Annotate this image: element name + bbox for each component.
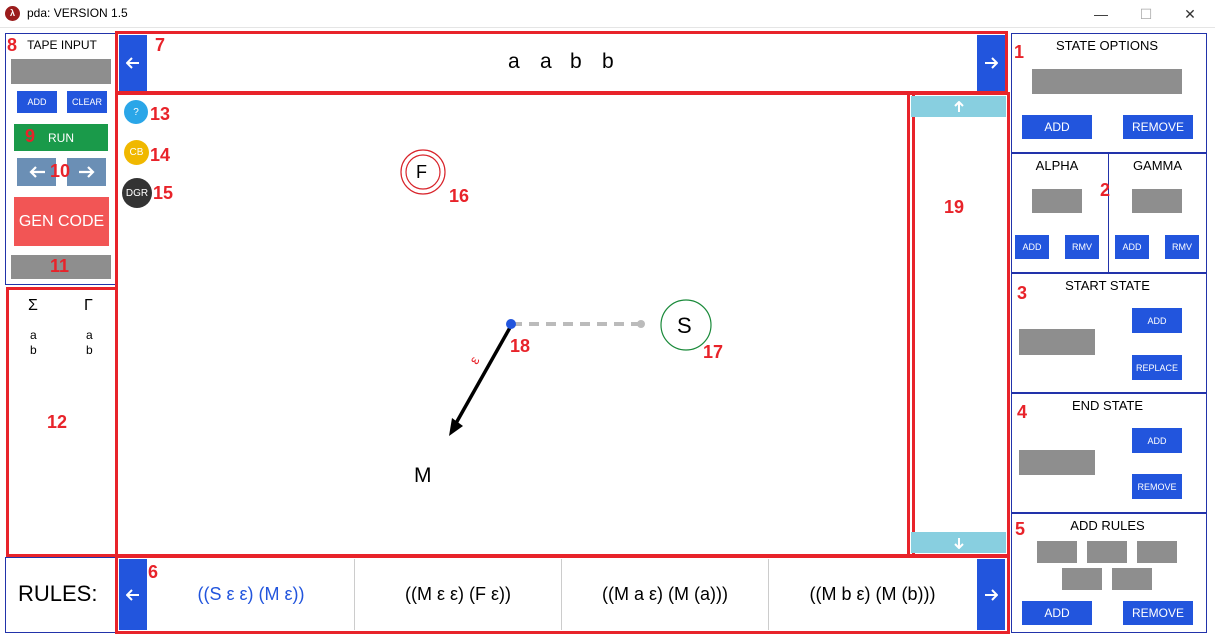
rules-label: RULES: (18, 581, 98, 606)
gamma-title: GAMMA (1132, 158, 1183, 173)
down-arrow-icon (953, 537, 964, 549)
annotation-1: 1 (1014, 42, 1025, 62)
final-state-label: F (416, 162, 427, 182)
transition-arrow-line (453, 323, 514, 426)
middle-state-label[interactable]: M (414, 464, 432, 488)
rule-field-3[interactable] (1137, 541, 1177, 563)
rule-field-2[interactable] (1087, 541, 1127, 563)
start-state-field[interactable] (1019, 329, 1095, 355)
scroll-up-button[interactable] (911, 96, 1006, 117)
state-remove-button[interactable]: REMOVE (1123, 115, 1193, 139)
start-state-label: S (677, 313, 692, 338)
rules-left-button[interactable] (119, 559, 147, 630)
end-state-field[interactable] (1019, 450, 1095, 475)
alpha-field[interactable] (1032, 189, 1082, 213)
dashed-line-end (637, 320, 645, 328)
maximize-button[interactable]: ☐ (1134, 4, 1158, 24)
annotation-3: 3 (1017, 283, 1028, 303)
close-button[interactable]: ✕ (1178, 4, 1202, 24)
minimize-button[interactable]: — (1089, 4, 1113, 24)
annotation-5: 5 (1015, 519, 1026, 539)
end-state-title: END STATE (1071, 398, 1144, 413)
gamma-field[interactable] (1132, 189, 1182, 213)
alpha-add-button[interactable]: ADD (1015, 235, 1049, 259)
scroll-down-button[interactable] (911, 532, 1006, 553)
rules-list: ((S ε ε) (M ε)) ((M ε ε) (F ε)) ((M a ε)… (148, 559, 976, 630)
state-scroll-panel (907, 92, 1010, 557)
rule-item[interactable]: ((M a ε) (M (a))) (562, 559, 769, 630)
add-rules-title: ADD RULES (1070, 518, 1145, 533)
rule-item[interactable]: ((M ε ε) (F ε)) (355, 559, 562, 630)
start-state-add-button[interactable]: ADD (1132, 308, 1182, 333)
rule-add-button[interactable]: ADD (1022, 601, 1092, 625)
annotation-2: 2 (1100, 180, 1111, 200)
rules-right-button[interactable] (977, 559, 1005, 630)
rule-field-5[interactable] (1112, 568, 1152, 590)
state-add-button[interactable]: ADD (1022, 115, 1092, 139)
state-options-title: STATE OPTIONS (1055, 38, 1159, 53)
up-arrow-icon (953, 100, 964, 112)
gamma-remove-button[interactable]: RMV (1165, 235, 1199, 259)
tape-right-button[interactable] (977, 35, 1005, 91)
alpha-remove-button[interactable]: RMV (1065, 235, 1099, 259)
end-state-add-button[interactable]: ADD (1132, 428, 1182, 453)
rule-remove-button[interactable]: REMOVE (1123, 601, 1193, 625)
annotation-4: 4 (1017, 402, 1028, 422)
start-state-replace-button[interactable]: REPLACE (1132, 355, 1182, 380)
start-state-title: START STATE (1065, 278, 1150, 293)
state-graph (400, 149, 712, 436)
annotation-17: 17 (703, 342, 724, 362)
annotation-19: 19 (944, 197, 965, 217)
rule-item[interactable]: ((M b ε) (M (b))) (769, 559, 976, 630)
left-arrow-icon (126, 588, 139, 601)
rule-field-4[interactable] (1062, 568, 1102, 590)
state-name-field[interactable] (1032, 69, 1182, 94)
rule-field-1[interactable] (1037, 541, 1077, 563)
end-state-remove-button[interactable]: REMOVE (1132, 474, 1182, 499)
annotation-16: 16 (449, 186, 470, 206)
rule-item[interactable]: ((S ε ε) (M ε)) (148, 559, 355, 630)
right-arrow-icon (985, 57, 998, 69)
right-arrow-icon (985, 588, 998, 601)
gamma-add-button[interactable]: ADD (1115, 235, 1149, 259)
annotation-18: 18 (510, 336, 531, 356)
alpha-title: ALPHA (1035, 158, 1079, 173)
transition-handle[interactable] (506, 319, 516, 329)
